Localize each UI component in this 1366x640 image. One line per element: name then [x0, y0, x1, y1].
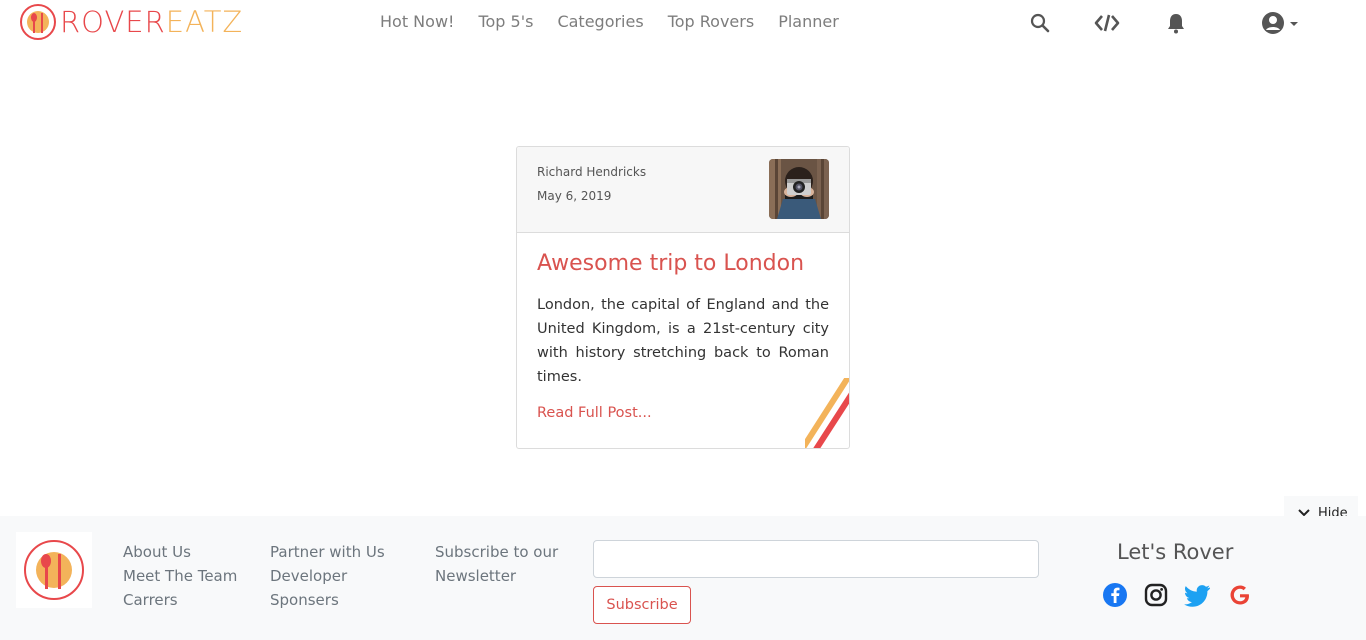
nav-planner[interactable]: Planner — [778, 12, 839, 31]
footer-link-careers[interactable]: Carrers — [123, 588, 237, 612]
search-icon[interactable] — [1027, 10, 1053, 36]
instagram-icon[interactable] — [1143, 582, 1169, 608]
nav-categories[interactable]: Categories — [557, 12, 643, 31]
newsletter-label: Subscribe to our Newsletter — [435, 540, 558, 588]
brand-name-part1: ROVER — [60, 5, 166, 39]
read-full-post-link[interactable]: Read Full Post... — [537, 405, 652, 421]
facebook-icon[interactable] — [1102, 582, 1128, 608]
footer-link-partner[interactable]: Partner with Us — [270, 540, 385, 564]
footer-links-partners: Partner with Us Developer Sponsers — [270, 540, 385, 612]
main-nav: Hot Now! Top 5's Categories Top Rovers P… — [380, 12, 839, 31]
post-card: Richard Hendricks May 6, 2019 Awesome tr… — [516, 146, 850, 449]
twitter-icon[interactable] — [1184, 582, 1210, 608]
brand-name-part2: EATZ — [165, 5, 244, 39]
brand-name: ROVEREATZ — [60, 5, 243, 39]
google-icon[interactable] — [1227, 582, 1253, 608]
post-date: May 6, 2019 — [537, 189, 612, 203]
newsletter-label-line2: Newsletter — [435, 567, 517, 585]
top-navbar: ROVEREATZ Hot Now! Top 5's Categories To… — [0, 0, 1366, 50]
caret-down-icon[interactable] — [1284, 10, 1304, 36]
footer: About Us Meet The Team Carrers Partner w… — [0, 516, 1366, 640]
footer-link-sponsors[interactable]: Sponsers — [270, 588, 385, 612]
post-title[interactable]: Awesome trip to London — [537, 251, 804, 276]
post-card-header: Richard Hendricks May 6, 2019 — [517, 147, 849, 233]
post-excerpt: London, the capital of England and the U… — [537, 297, 829, 385]
nav-top-rovers[interactable]: Top Rovers — [668, 12, 755, 31]
footer-tagline: Let's Rover — [1117, 540, 1234, 564]
footer-link-meet-team[interactable]: Meet The Team — [123, 564, 237, 588]
footer-link-about-us[interactable]: About Us — [123, 540, 237, 564]
newsletter-email-input[interactable] — [593, 540, 1039, 578]
subscribe-button[interactable]: Subscribe — [593, 586, 691, 624]
newsletter-label-line1: Subscribe to our — [435, 543, 559, 561]
nav-hot-now[interactable]: Hot Now! — [380, 12, 454, 31]
author-avatar[interactable] — [769, 159, 829, 219]
card-corner-stripes — [805, 378, 849, 448]
logo-mark-icon — [20, 4, 56, 40]
bell-icon[interactable] — [1163, 10, 1189, 36]
account-icon[interactable] — [1260, 10, 1286, 36]
brand-logo[interactable]: ROVEREATZ — [20, 4, 243, 40]
nav-top-5s[interactable]: Top 5's — [478, 12, 533, 31]
footer-links-company: About Us Meet The Team Carrers — [123, 540, 237, 612]
post-author[interactable]: Richard Hendricks — [537, 165, 646, 179]
code-icon[interactable] — [1094, 10, 1120, 36]
footer-link-developer[interactable]: Developer — [270, 564, 385, 588]
footer-logo-icon[interactable] — [16, 532, 92, 608]
